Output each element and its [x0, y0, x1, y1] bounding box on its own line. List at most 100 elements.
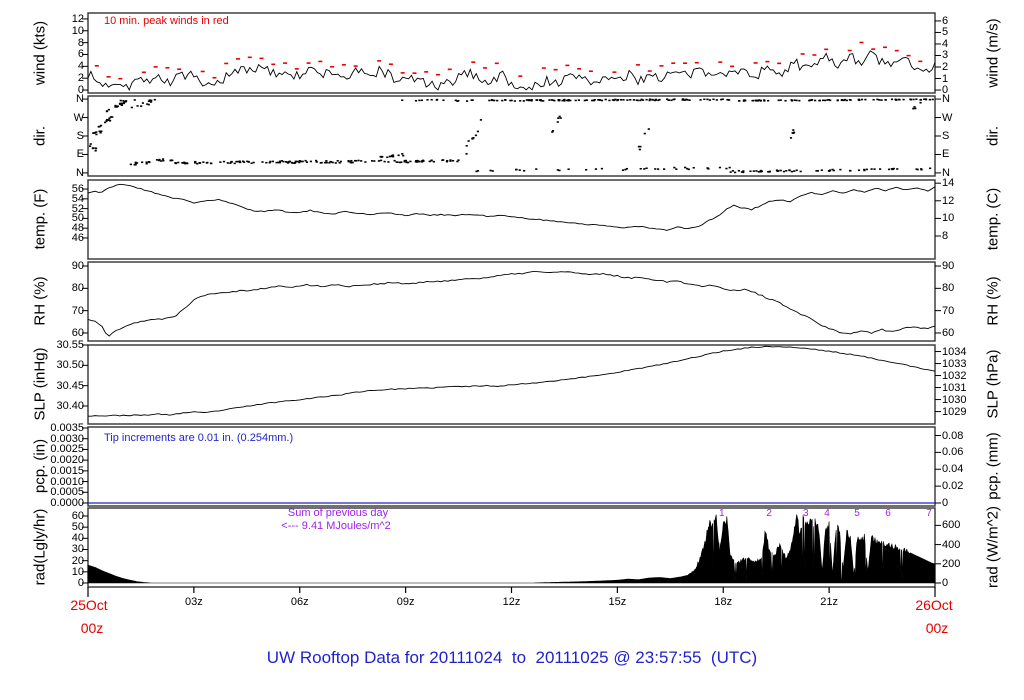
- wind-dir-point: [552, 99, 555, 102]
- wind-dir-point: [325, 161, 328, 164]
- wind-dir-point: [451, 159, 455, 162]
- wind-dir-point: [585, 168, 588, 171]
- wind-dir-point: [418, 99, 421, 102]
- wind-dir-point: [119, 99, 122, 102]
- ytick-label-right-rad: 0: [942, 577, 949, 589]
- wind-dir-point: [330, 161, 333, 163]
- wind-dir-point: [515, 168, 518, 171]
- wind-dir-point: [504, 99, 507, 101]
- wind-dir-point: [401, 153, 404, 155]
- ytick-label-right-pcp: 0.06: [942, 446, 964, 459]
- wind-dir-point: [857, 98, 860, 101]
- wind-dir-point: [349, 161, 352, 164]
- wind-dir-point: [405, 161, 408, 164]
- wind-dir-point: [157, 159, 161, 162]
- ytick-label-right-rh: 80: [942, 282, 955, 295]
- wind-dir-point: [654, 168, 657, 170]
- wind-dir-point: [94, 149, 97, 152]
- wind-dir-point: [241, 160, 245, 163]
- ytick-label-right-slp: 1032: [942, 369, 967, 382]
- wind-dir-point: [360, 160, 363, 162]
- xtick-label-15z: 15z: [608, 596, 627, 608]
- mj-sum-marker-3: 3: [803, 508, 809, 519]
- wind-dir-point: [718, 166, 722, 169]
- wind-dir-point: [421, 159, 425, 162]
- ytick-label-left-rad: 60: [71, 509, 84, 522]
- wind-dir-point: [391, 155, 395, 158]
- x-start-hour-label: 00z: [80, 620, 104, 636]
- wind-dir-point: [420, 99, 424, 102]
- wind-dir-point: [673, 166, 676, 169]
- wind-dir-point: [379, 159, 383, 162]
- wind-dir-point: [490, 99, 493, 101]
- wind-dir-point: [386, 156, 389, 159]
- wind-dir-point: [513, 100, 516, 102]
- wind-dir-point: [619, 98, 623, 101]
- wind-dir-point: [604, 98, 607, 101]
- ytick-label-right-wind: 1: [942, 72, 949, 85]
- wind-dir-point: [120, 102, 124, 105]
- wind-dir-point: [396, 161, 399, 163]
- ytick-label-left-pcp: 0.0015: [50, 464, 84, 477]
- ytick-label-right-rad: 200: [942, 557, 961, 570]
- wind-dir-point: [442, 159, 445, 161]
- ytick-label-left-pcp: 0.0020: [50, 454, 84, 467]
- multipanel-plot-canvas: [82, 12, 941, 597]
- rh-trace: [87, 271, 936, 337]
- wind-dir-point: [493, 99, 496, 102]
- wind-dir-point: [105, 120, 108, 122]
- wind-dir-point: [134, 161, 137, 164]
- wind-dir-point: [136, 105, 139, 107]
- wind-dir-point: [252, 161, 255, 164]
- wind-dir-point: [916, 168, 919, 171]
- wind-dir-point: [105, 110, 109, 113]
- wind-dir-point: [535, 99, 538, 101]
- wind-dir-point: [528, 99, 531, 101]
- wind-dir-point: [298, 161, 301, 164]
- mj-sum-marker-1: 1: [719, 508, 725, 519]
- wind-dir-point: [334, 162, 337, 164]
- wind-dir-point: [556, 169, 559, 171]
- wind-dir-point: [563, 98, 566, 101]
- wind-dir-point: [557, 117, 560, 119]
- wind-dir-point: [559, 117, 562, 119]
- wind-dir-point: [426, 98, 429, 101]
- wind-dir-point: [309, 160, 312, 163]
- wind-dir-point: [896, 168, 899, 170]
- wind-dir-point: [768, 170, 771, 173]
- wind-dir-point: [591, 99, 594, 102]
- wind-dir-point: [535, 168, 538, 170]
- wind-dir-point: [608, 99, 611, 102]
- wind-dir-point: [624, 168, 627, 171]
- wind-dir-point: [171, 159, 174, 162]
- wind-dir-point: [457, 99, 460, 102]
- ytick-label-right-pcp: 0: [942, 497, 949, 509]
- wind-dir-point: [538, 99, 542, 102]
- wind-dir-point: [632, 99, 635, 101]
- ytick-label-right-rad: 600: [942, 519, 961, 532]
- slp-trace: [87, 345, 936, 417]
- wind-dir-point: [637, 145, 641, 148]
- wind-dir-point: [518, 169, 521, 171]
- ytick-label-right-pcp: 0.08: [942, 429, 964, 442]
- ytick-label-left-rh: 60: [71, 326, 84, 339]
- wind-dir-point: [250, 162, 253, 165]
- wind-dir-point: [421, 160, 424, 163]
- wind-dir-point: [839, 168, 842, 171]
- pcp-tip-annotation: Tip increments are 0.01 in. (0.254mm.): [104, 432, 294, 444]
- wind-dir-point: [793, 99, 796, 101]
- ytick-label-left-rh: 90: [71, 260, 84, 273]
- wind-dir-point: [848, 169, 852, 172]
- wind-dir-point: [743, 99, 746, 101]
- wind-dir-point: [542, 100, 545, 102]
- wind-dir-point: [759, 170, 763, 173]
- wind-dir-point: [219, 161, 222, 163]
- wind-dir-point: [712, 98, 715, 101]
- ytick-label-left-rad: 40: [71, 532, 84, 545]
- wind-dir-point: [703, 98, 706, 101]
- wind-dir-point: [377, 160, 381, 162]
- wind-dir-point: [454, 99, 457, 102]
- ytick-label-left-rad: 10: [71, 565, 84, 578]
- wind-dir-point: [757, 171, 760, 173]
- wind-dir-point: [108, 119, 111, 121]
